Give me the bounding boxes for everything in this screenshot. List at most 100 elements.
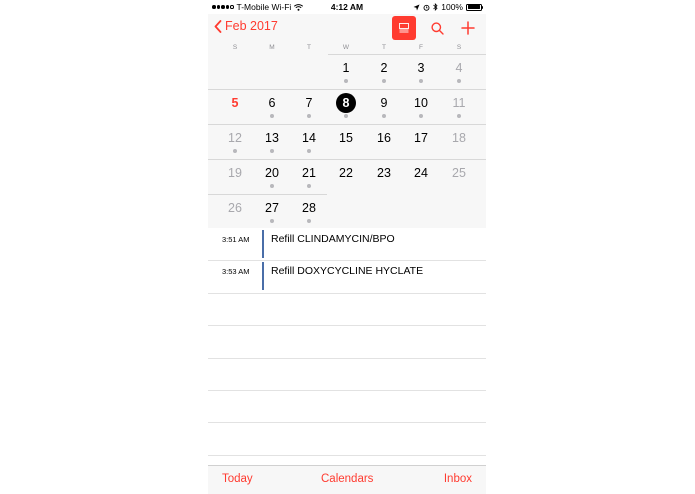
event-calendar-color-bar (262, 262, 264, 290)
calendar-day[interactable]: 13 (257, 124, 287, 158)
day-number: 27 (265, 201, 279, 215)
event-indicator-dot (307, 149, 311, 153)
carrier-label: T-Mobile Wi-Fi (236, 2, 292, 12)
event-time: 3:53 AM (222, 267, 250, 276)
event-row[interactable]: 3:51 AM Refill CLINDAMYCIN/BPO (208, 228, 486, 260)
day-number: 23 (377, 166, 391, 180)
day-number: 28 (302, 201, 316, 215)
calendar-day[interactable]: 3 (406, 54, 436, 88)
weekday-label: F (419, 44, 423, 51)
weekday-label: T (382, 44, 386, 51)
tab-calendars[interactable]: Calendars (321, 473, 373, 485)
calendar-app: T-Mobile Wi-Fi 4:12 AM 100% Feb 2017 S M… (208, 0, 486, 494)
event-indicator-dot (307, 114, 311, 118)
list-view-icon (399, 23, 409, 33)
calendar-day[interactable]: 24 (406, 159, 436, 193)
calendar-day[interactable]: 19 (220, 159, 250, 193)
day-number: 16 (377, 131, 391, 145)
calendar-day[interactable]: 22 (331, 159, 361, 193)
day-number: 4 (455, 61, 463, 75)
event-indicator-dot (419, 114, 423, 118)
day-number: 14 (302, 131, 316, 145)
hour-divider (208, 358, 486, 359)
event-title: Refill CLINDAMYCIN/BPO (271, 233, 395, 245)
calendar-day[interactable]: 26 (220, 194, 250, 228)
calendar-day[interactable]: 23 (369, 159, 399, 193)
weekday-label: W (342, 44, 350, 51)
calendar-day[interactable]: 20 (257, 159, 287, 193)
calendar-day[interactable]: 28 (294, 194, 324, 228)
event-indicator-dot (307, 219, 311, 223)
calendar-day[interactable]: 5 (220, 89, 250, 123)
calendar-day[interactable]: 4 (444, 54, 474, 88)
calendar-day[interactable]: 14 (294, 124, 324, 158)
nav-bar: Feb 2017 (208, 14, 486, 42)
plus-icon (461, 21, 475, 35)
calendar-day[interactable]: 17 (406, 124, 436, 158)
wifi-icon (294, 3, 304, 11)
calendar-day[interactable]: 10 (406, 89, 436, 123)
calendar-day[interactable]: 9 (369, 89, 399, 123)
calendar-day[interactable]: 16 (369, 124, 399, 158)
day-number: 13 (265, 131, 279, 145)
day-number: 7 (305, 96, 313, 110)
signal-icon (212, 5, 234, 9)
calendar-day[interactable]: 7 (294, 89, 324, 123)
day-number: 18 (452, 131, 466, 145)
back-to-month-button[interactable]: Feb 2017 (214, 19, 278, 33)
event-indicator-dot (270, 149, 274, 153)
calendar-day[interactable]: 11 (444, 89, 474, 123)
event-indicator-dot (419, 79, 423, 83)
calendar-day[interactable]: 25 (444, 159, 474, 193)
event-indicator-dot (457, 114, 461, 118)
hour-divider (208, 325, 486, 326)
hour-divider (208, 455, 486, 456)
event-indicator-dot (233, 149, 237, 153)
event-indicator-dot (382, 114, 386, 118)
bluetooth-icon (433, 3, 438, 11)
add-event-button[interactable] (458, 18, 478, 38)
status-bar: T-Mobile Wi-Fi 4:12 AM 100% (208, 0, 486, 14)
calendar-day[interactable]: 18 (444, 124, 474, 158)
day-number: 12 (228, 131, 242, 145)
day-number: 10 (414, 96, 428, 110)
event-row[interactable]: 3:53 AM Refill DOXYCYCLINE HYCLATE (208, 260, 486, 292)
day-number: 9 (380, 96, 388, 110)
calendar-day[interactable]: 27 (257, 194, 287, 228)
weekday-label: T (307, 44, 311, 51)
day-number: 15 (339, 131, 353, 145)
hour-divider (208, 422, 486, 423)
calendar-day[interactable]: 8 (331, 89, 361, 123)
alarm-icon (423, 4, 430, 11)
day-number: 6 (268, 96, 276, 110)
list-view-toggle-button[interactable] (392, 16, 416, 40)
battery-icon (466, 3, 484, 11)
day-number: 25 (452, 166, 466, 180)
back-label: Feb 2017 (225, 19, 278, 33)
tab-today[interactable]: Today (222, 473, 253, 485)
calendar-day[interactable]: 15 (331, 124, 361, 158)
event-indicator-dot (457, 79, 461, 83)
month-calendar: SMTWTFS 1 2 3 4 5 6 7 8 9 10 11 12 13 14 15 16 17 18 19 20 2… (208, 42, 486, 228)
day-number: 20 (265, 166, 279, 180)
location-arrow-icon (413, 4, 420, 10)
day-number: 5 (231, 96, 239, 110)
weekday-header: SMTWTFS (208, 42, 486, 54)
weekday-label: S (232, 44, 238, 51)
event-indicator-dot (270, 219, 274, 223)
calendar-day[interactable]: 12 (220, 124, 250, 158)
day-number: 22 (339, 166, 353, 180)
day-number: 26 (228, 201, 242, 215)
calendar-day[interactable]: 6 (257, 89, 287, 123)
event-indicator-dot (270, 114, 274, 118)
hour-divider (208, 260, 486, 261)
hour-divider (208, 293, 486, 294)
event-indicator-dot (344, 114, 348, 118)
tab-inbox[interactable]: Inbox (444, 473, 472, 485)
event-indicator-dot (344, 79, 348, 83)
event-indicator-dot (270, 184, 274, 188)
calendar-day[interactable]: 21 (294, 159, 324, 193)
calendar-day[interactable]: 1 (331, 54, 361, 88)
calendar-day[interactable]: 2 (369, 54, 399, 88)
search-button[interactable] (428, 19, 446, 37)
